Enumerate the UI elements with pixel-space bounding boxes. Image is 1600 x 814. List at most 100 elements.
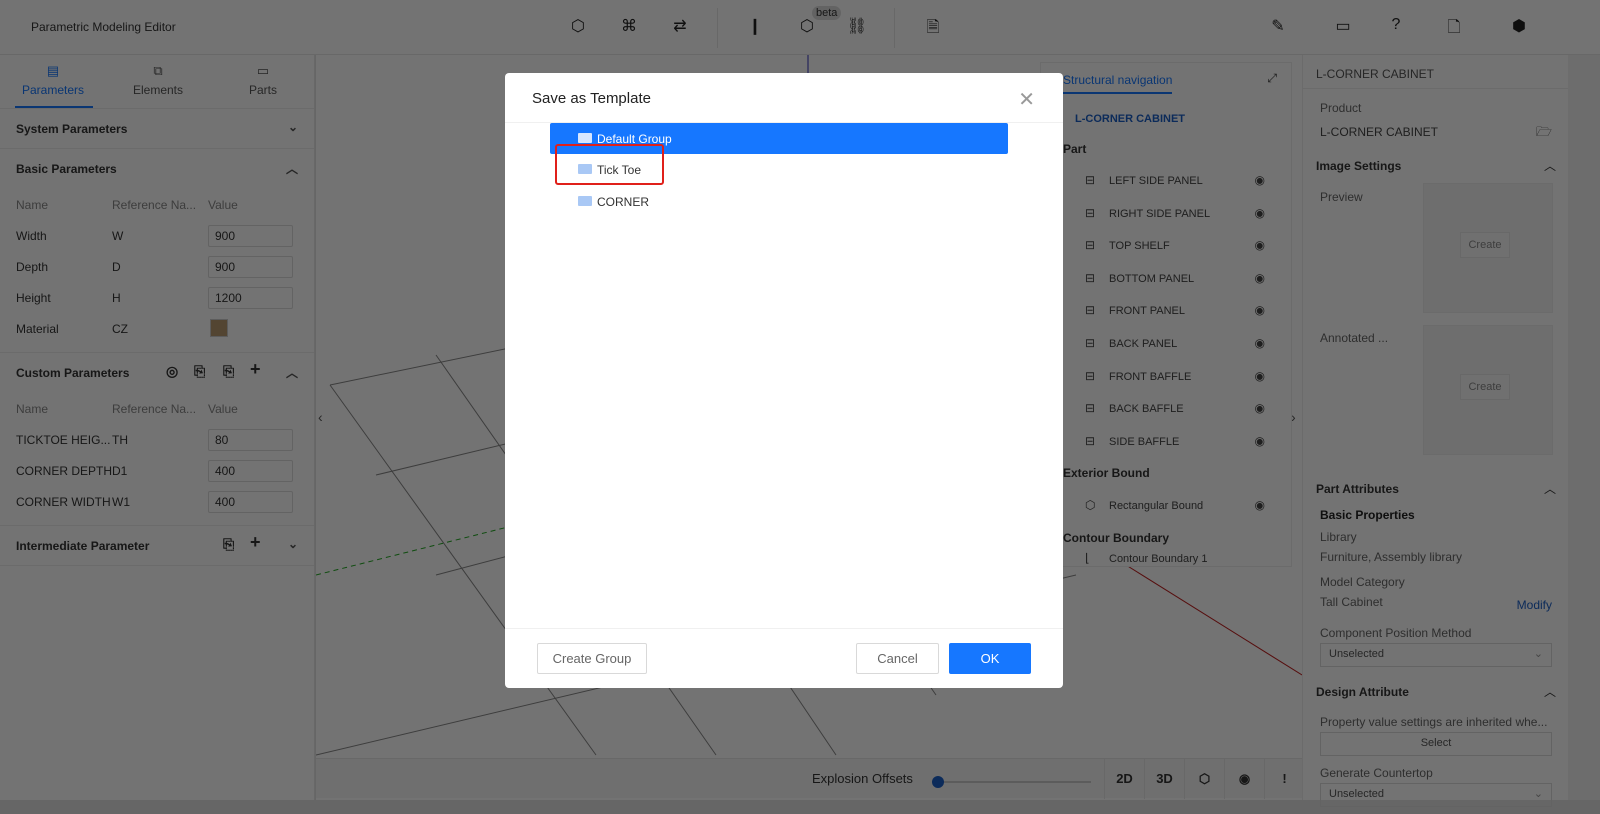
- chevron-up-icon[interactable]: ︿: [1544, 683, 1556, 700]
- document-settings-icon[interactable]: 🗎: [922, 16, 944, 38]
- section-design-attribute[interactable]: Design Attribute: [1316, 685, 1409, 699]
- chevron-up-icon[interactable]: ︿: [286, 160, 298, 177]
- tab-parts[interactable]: ▭ Parts: [223, 63, 303, 97]
- eye-icon[interactable]: ◉: [1255, 369, 1265, 383]
- folder-icon: [578, 196, 592, 206]
- list-item[interactable]: ⊟ FRONT BAFFLE ◉: [1085, 369, 1285, 389]
- add-icon[interactable]: +: [250, 532, 261, 553]
- cube-grid-icon[interactable]: ⬡: [567, 16, 589, 38]
- list-item[interactable]: ⌊ Contour Boundary 1: [1085, 551, 1285, 571]
- eye-icon[interactable]: ◉: [1224, 759, 1264, 799]
- eye-icon[interactable]: ◉: [1255, 498, 1265, 512]
- slider-handle[interactable]: [932, 776, 944, 788]
- list-item[interactable]: ⊟ LEFT SIDE PANEL ◉: [1085, 173, 1285, 193]
- eye-icon[interactable]: ◉: [1255, 303, 1265, 317]
- help-icon[interactable]: ?: [1385, 16, 1407, 38]
- eye-icon[interactable]: ◉: [1255, 206, 1265, 220]
- file-icon[interactable]: 🗋: [1443, 16, 1465, 38]
- tab-elements[interactable]: ⧉ Elements: [118, 63, 198, 97]
- param-name: CORNER DEPTH: [16, 464, 113, 478]
- item-label: Contour Boundary 1: [1109, 553, 1208, 565]
- list-item[interactable]: ⊟ BACK BAFFLE ◉: [1085, 401, 1285, 421]
- eye-icon[interactable]: ◉: [1255, 434, 1265, 448]
- expand-icon[interactable]: ⤢: [1267, 71, 1277, 86]
- eye-icon[interactable]: ◉: [1255, 336, 1265, 350]
- left-panel: ▤ Parameters ⧉ Elements ▭ Parts System Para…: [0, 55, 315, 800]
- eye-icon[interactable]: ◉: [1255, 173, 1265, 187]
- tree-item-corner[interactable]: CORNER: [550, 186, 1008, 217]
- select-label: Select: [1420, 737, 1452, 749]
- folder-open-icon[interactable]: 🗁: [1536, 123, 1552, 145]
- components-icon[interactable]: ⌘: [618, 16, 640, 38]
- section-title: Basic Parameters: [16, 162, 117, 176]
- tab-structural-navigation[interactable]: Structural navigation: [1063, 73, 1173, 94]
- view-2d-button[interactable]: 2D: [1104, 759, 1144, 799]
- position-method-select[interactable]: Unselected ⌄: [1320, 643, 1552, 667]
- list-item[interactable]: ⊟ BOTTOM PANEL ◉: [1085, 271, 1285, 291]
- select-button[interactable]: Select: [1320, 732, 1552, 756]
- cancel-button[interactable]: Cancel: [856, 643, 939, 674]
- list-item[interactable]: ⬡ Rectangular Bound ◉: [1085, 498, 1285, 518]
- chevron-up-icon[interactable]: ︿: [286, 364, 298, 381]
- view-3d-button[interactable]: 3D: [1144, 759, 1184, 799]
- create-group-button[interactable]: Create Group: [537, 643, 647, 674]
- group-exterior-bound: Exterior Bound: [1063, 466, 1150, 480]
- scrollbar[interactable]: [1568, 55, 1600, 800]
- eye-icon[interactable]: ◉: [1255, 238, 1265, 252]
- import-icon[interactable]: ⎘: [194, 363, 205, 380]
- model-category-value: Tall Cabinet: [1320, 595, 1383, 609]
- chevron-up-icon[interactable]: ︿: [1544, 480, 1556, 497]
- import-icon[interactable]: ⎘: [223, 536, 234, 553]
- countertop-select[interactable]: Unselected ⌄: [1320, 783, 1552, 807]
- eye-icon[interactable]: ◉: [1255, 401, 1265, 415]
- add-icon[interactable]: +: [250, 359, 261, 380]
- list-item[interactable]: ⊟ FRONT PANEL ◉: [1085, 303, 1285, 323]
- section-basic-parameters[interactable]: Basic Parameters ︿: [0, 149, 314, 189]
- param-value-input[interactable]: 900: [208, 225, 293, 247]
- param-value-input[interactable]: 80: [208, 429, 293, 451]
- param-value-input[interactable]: 400: [208, 460, 293, 482]
- section-part-attributes[interactable]: Part Attributes: [1316, 482, 1399, 496]
- ok-button[interactable]: OK: [949, 643, 1031, 674]
- export-icon[interactable]: ⎘: [223, 363, 234, 380]
- section-image-settings[interactable]: Image Settings: [1316, 159, 1401, 173]
- pencil-icon[interactable]: ✎: [1267, 16, 1289, 38]
- create-preview-button[interactable]: Create: [1460, 232, 1510, 258]
- top-toolbar: Parametric Modeling Editor ⬡ ⌘ ⇄ ❙ ⬡ bet…: [0, 0, 1600, 55]
- header-name: Name: [16, 402, 49, 416]
- section-custom-parameters[interactable]: Custom Parameters ◎ ⎘ ⎘ + ︿: [0, 353, 314, 393]
- model-icon[interactable]: ⬡: [796, 16, 818, 38]
- link-icon[interactable]: ⛓: [846, 16, 868, 38]
- list-item[interactable]: ⊟ BACK PANEL ◉: [1085, 336, 1285, 356]
- list-item[interactable]: ⊟ RIGHT SIDE PANEL ◉: [1085, 206, 1285, 226]
- cube-icon[interactable]: ⬡: [1184, 759, 1224, 799]
- chevron-up-icon[interactable]: ︿: [1544, 157, 1556, 174]
- list-item[interactable]: ⊟ SIDE BAFFLE ◉: [1085, 434, 1285, 454]
- param-value-input[interactable]: 400: [208, 491, 293, 513]
- param-value-input[interactable]: 900: [208, 256, 293, 278]
- close-icon[interactable]: ✕: [1018, 87, 1035, 112]
- info-icon[interactable]: !: [1264, 759, 1304, 799]
- item-label: SIDE BAFFLE: [1109, 436, 1180, 448]
- section-system-parameters[interactable]: System Parameters ⌄: [0, 109, 314, 149]
- pin-icon[interactable]: ❙: [744, 16, 766, 38]
- product-value: L-CORNER CABINET: [1320, 125, 1439, 139]
- parameter-icon[interactable]: ⇄: [669, 16, 691, 38]
- param-value-input[interactable]: 1200: [208, 287, 293, 309]
- modify-link[interactable]: Modify: [1517, 598, 1552, 612]
- list-item[interactable]: ⊟ TOP SHELF ◉: [1085, 238, 1285, 258]
- position-method-label: Component Position Method: [1320, 626, 1472, 640]
- settings-icon[interactable]: ⬢: [1508, 16, 1530, 38]
- chevron-down-icon[interactable]: ⌄: [288, 537, 298, 551]
- material-swatch[interactable]: [210, 319, 228, 337]
- create-annotated-button[interactable]: Create: [1460, 374, 1510, 400]
- explosion-offsets-slider[interactable]: [936, 781, 1091, 783]
- eye-icon[interactable]: ◉: [1255, 271, 1265, 285]
- chevron-down-icon[interactable]: ⌄: [288, 120, 298, 134]
- structural-navigation-panel: Structural navigation ⤢ L-CORNER CABINET…: [1040, 62, 1292, 567]
- preview-box: Create: [1423, 183, 1553, 313]
- monitor-icon[interactable]: ▭: [1332, 16, 1354, 38]
- tab-parameters[interactable]: ▤ Parameters: [13, 63, 93, 97]
- target-icon[interactable]: ◎: [166, 363, 178, 380]
- section-intermediate-parameter[interactable]: Intermediate Parameter ⎘ + ⌄: [0, 526, 314, 566]
